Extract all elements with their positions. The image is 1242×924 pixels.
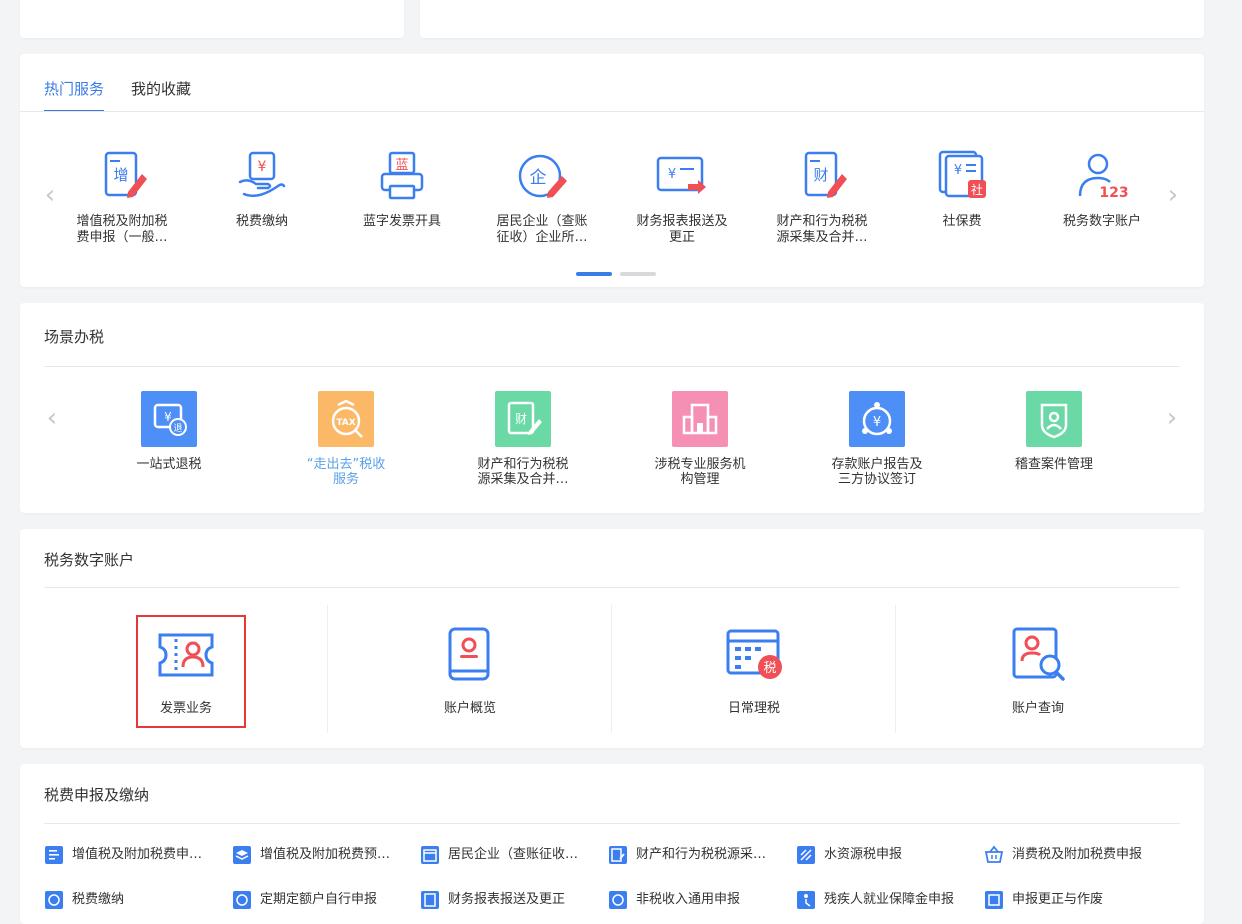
scene-label: 存款账户报告及 三方协议签订 [831, 457, 923, 487]
calendar-icon [420, 845, 440, 865]
svg-text:企: 企 [530, 168, 547, 188]
scene-label: 一站式退税 [136, 457, 202, 472]
layers-icon [232, 845, 252, 865]
svg-text:税: 税 [763, 661, 776, 676]
scene-next-arrow[interactable]: › [1162, 405, 1182, 431]
service-label: 增值税及附加税 费申报（一般… [76, 214, 168, 245]
account-overview-icon [440, 625, 500, 685]
scene-label: 稽查案件管理 [1014, 457, 1093, 472]
tab-hot-services[interactable]: 热门服务 [44, 78, 105, 112]
scene-tax-card: 场景办税 ‹ › ¥ 退 一站式退税 TAX “走出去”税收 服务 财 财产和行… [20, 303, 1204, 513]
account-label: 账户概览 [443, 701, 496, 716]
basket-icon [984, 845, 1004, 865]
service-label: 居民企业（查账 征收）企业所… [496, 214, 588, 245]
property-tax-collect-icon: 财 [495, 391, 551, 447]
hot-services-card: 热门服务 我的收藏 ‹ › 增 增值税及附加税 费申报（一般… ¥ 税费缴纳 蓝… [20, 54, 1204, 287]
section-title: 税务数字账户 [44, 551, 135, 569]
svg-text:社: 社 [971, 182, 983, 197]
tax-pay-icon [44, 890, 64, 910]
scene-item-inspection[interactable]: 稽查案件管理 [984, 391, 1124, 472]
vat-declare-icon: 增 [94, 150, 150, 206]
tab-my-favorites[interactable]: 我的收藏 [131, 78, 191, 100]
section-title: 税费申报及缴纳 [44, 786, 150, 804]
hot-service-item-vat[interactable]: 增 增值税及附加税 费申报（一般… [57, 150, 187, 246]
property-behavior-tax-icon: 财 [794, 150, 850, 206]
svg-text:退: 退 [173, 423, 182, 434]
svg-text:蓝: 蓝 [395, 158, 408, 173]
svg-text:¥: ¥ [258, 159, 267, 175]
service-label: 税费缴纳 [235, 214, 288, 229]
scene-item-refund[interactable]: ¥ 退 一站式退税 [99, 391, 239, 472]
svg-text:¥: ¥ [668, 167, 676, 182]
inspection-case-icon [1026, 391, 1082, 447]
blue-invoice-icon: 蓝 [374, 150, 430, 206]
svg-text:TAX: TAX [336, 418, 355, 428]
account-item-daily-tax[interactable]: 税 日常理税 [612, 605, 896, 733]
digital-account-card: 税务数字账户 发票业务 账户概览 税 日常理税 账户查询 [20, 529, 1204, 748]
svg-text:¥: ¥ [954, 163, 962, 178]
daily-tax-icon: 税 [724, 625, 784, 685]
doc-edit-icon [608, 845, 628, 865]
digital-account-icon: 123 [1074, 150, 1130, 206]
svg-text:¥: ¥ [873, 415, 881, 430]
top-right-card [420, 0, 1204, 38]
scene-label: “走出去”税收 服务 [306, 457, 386, 487]
hot-service-item-financial-report[interactable]: ¥ 财务报表报送及 更正 [617, 150, 747, 246]
report-icon [420, 890, 440, 910]
go-global-tax-icon: TAX [318, 391, 374, 447]
selected-highlight-box [136, 615, 246, 728]
non-tax-icon [608, 890, 628, 910]
hot-service-item-digital-account[interactable]: 123 税务数字账户 [1037, 150, 1167, 230]
hot-service-item-payment[interactable]: ¥ 税费缴纳 [197, 150, 327, 230]
hot-service-item-property-tax[interactable]: 财 财产和行为税税 源采集及合并… [757, 150, 887, 246]
pagination-dot-1[interactable] [576, 272, 612, 276]
resident-enterprise-icon: 企 [514, 150, 570, 206]
svg-text:增: 增 [113, 166, 128, 184]
tax-declare-card: 税费申报及缴纳 增值税及附加税费申… 增值税及附加税费预… 居民企业（查账征收…… [20, 764, 1204, 924]
scene-label: 涉税专业服务机 构管理 [654, 457, 746, 487]
scene-prev-arrow[interactable]: ‹ [42, 405, 62, 431]
service-label: 财务报表报送及 更正 [636, 214, 728, 245]
tax-payment-icon: ¥ [234, 150, 290, 206]
service-label: 税务数字账户 [1062, 214, 1141, 229]
scene-item-deposit-account[interactable]: ¥ 存款账户报告及 三方协议签订 [807, 391, 947, 487]
account-query-icon [1008, 625, 1068, 685]
section-title: 场景办税 [44, 328, 105, 346]
hot-service-item-blue-invoice[interactable]: 蓝 蓝字发票开具 [337, 150, 467, 230]
financial-report-icon: ¥ [654, 150, 710, 206]
section-divider [44, 366, 1180, 367]
pagination-dot-2[interactable] [620, 272, 656, 276]
service-label: 蓝字发票开具 [362, 214, 441, 229]
social-insurance-icon: ¥ 社 [934, 150, 990, 206]
scene-item-agency[interactable]: 涉税专业服务机 构管理 [630, 391, 770, 487]
correction-icon [984, 890, 1004, 910]
service-label: 社保费 [942, 214, 982, 229]
fixed-quota-icon [232, 890, 252, 910]
account-item-query[interactable]: 账户查询 [896, 605, 1180, 733]
account-label: 账户查询 [1011, 701, 1064, 716]
svg-text:财: 财 [515, 412, 527, 426]
scene-label: 财产和行为税税 源采集及合并… [477, 457, 569, 487]
account-label: 日常理税 [727, 701, 780, 716]
hot-service-item-social-insurance[interactable]: ¥ 社 社保费 [897, 150, 1027, 230]
scene-item-go-global[interactable]: TAX “走出去”税收 服务 [276, 391, 416, 487]
svg-text:财: 财 [813, 166, 828, 184]
svg-text:123: 123 [1099, 185, 1128, 201]
top-left-card [20, 0, 404, 38]
water-resource-icon [796, 845, 816, 865]
section-divider [44, 587, 1180, 588]
deposit-account-icon: ¥ [849, 391, 905, 447]
hot-service-item-resident-enterprise[interactable]: 企 居民企业（查账 征收）企业所… [477, 150, 607, 246]
disabled-employment-icon [796, 890, 816, 910]
section-divider [44, 823, 1180, 824]
agency-building-icon [672, 391, 728, 447]
tabs-divider [20, 111, 1204, 112]
scene-item-property-tax[interactable]: 财 财产和行为税税 源采集及合并… [453, 391, 593, 487]
service-label: 财产和行为税税 源采集及合并… [776, 214, 868, 245]
refund-icon: ¥ 退 [141, 391, 197, 447]
account-item-overview[interactable]: 账户概览 [328, 605, 612, 733]
vat-form-icon [44, 845, 64, 865]
